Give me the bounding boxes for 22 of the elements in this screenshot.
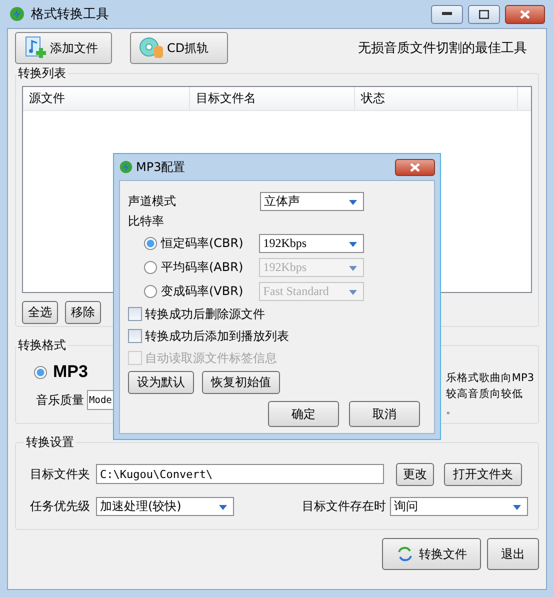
format-label: MP3 (53, 362, 88, 382)
exists-label: 目标文件存在时 (302, 498, 386, 514)
option-label: 自动读取源文件标签信息 (145, 350, 277, 366)
bitrate-mode-label: 恒定码率(CBR) (161, 234, 244, 252)
priority-label: 任务优先级 (30, 498, 91, 514)
window-title: 格式转换工具 (31, 6, 109, 23)
description-line: 。 (446, 403, 457, 418)
group-title: 转换格式 (17, 337, 67, 354)
group-title: 转换设置 (25, 434, 75, 451)
description-line: 较高音质向较低 (446, 387, 523, 402)
quality-label: 音乐质量 (36, 392, 84, 408)
dialog-title: MP3配置 (136, 158, 186, 176)
slogan-text: 无损音质文件切割的最佳工具 (358, 40, 527, 57)
folder-label: 目标文件夹 (30, 466, 91, 482)
description-line: 乐格式歌曲向MP3 (446, 371, 534, 386)
bitrate-mode-label: 平均码率(ABR) (161, 258, 244, 276)
bitrate-mode-label: 变成码率(VBR) (161, 282, 244, 300)
option-label: 转换成功后添加到播放列表 (145, 328, 289, 344)
channel-mode-label: 声道模式 (128, 192, 177, 210)
group-title: 转换列表 (17, 65, 67, 82)
option-label: 转换成功后删除源文件 (145, 306, 265, 322)
bitrate-label: 比特率 (128, 213, 165, 230)
